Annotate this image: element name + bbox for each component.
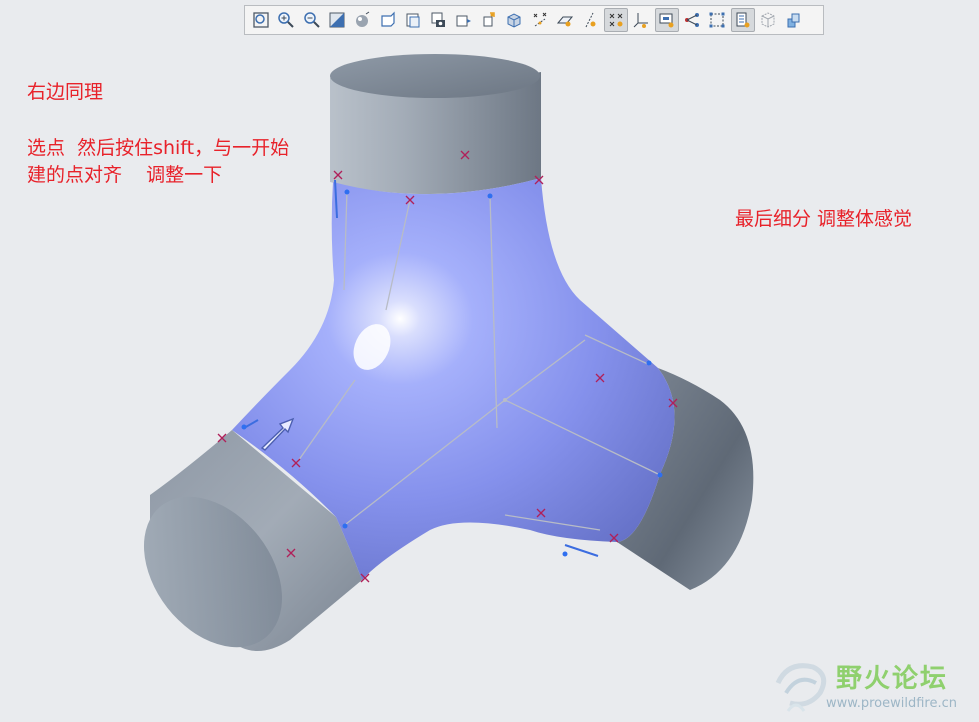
top-cylinder-cap[interactable]: [330, 54, 540, 98]
model-viewport[interactable]: [0, 0, 979, 722]
note-final-subdivide: 最后细分 调整体感觉: [735, 208, 913, 230]
note-align-points: 建的点对齐 调整一下: [27, 164, 223, 186]
watermark-forum-name: 野火论坛: [836, 664, 949, 694]
note-select-point: 选点 然后按住shift，与一开始: [27, 137, 290, 159]
note-right-same: 右边同理: [27, 81, 104, 103]
watermark-url: www.proewildfire.cn: [826, 696, 957, 711]
